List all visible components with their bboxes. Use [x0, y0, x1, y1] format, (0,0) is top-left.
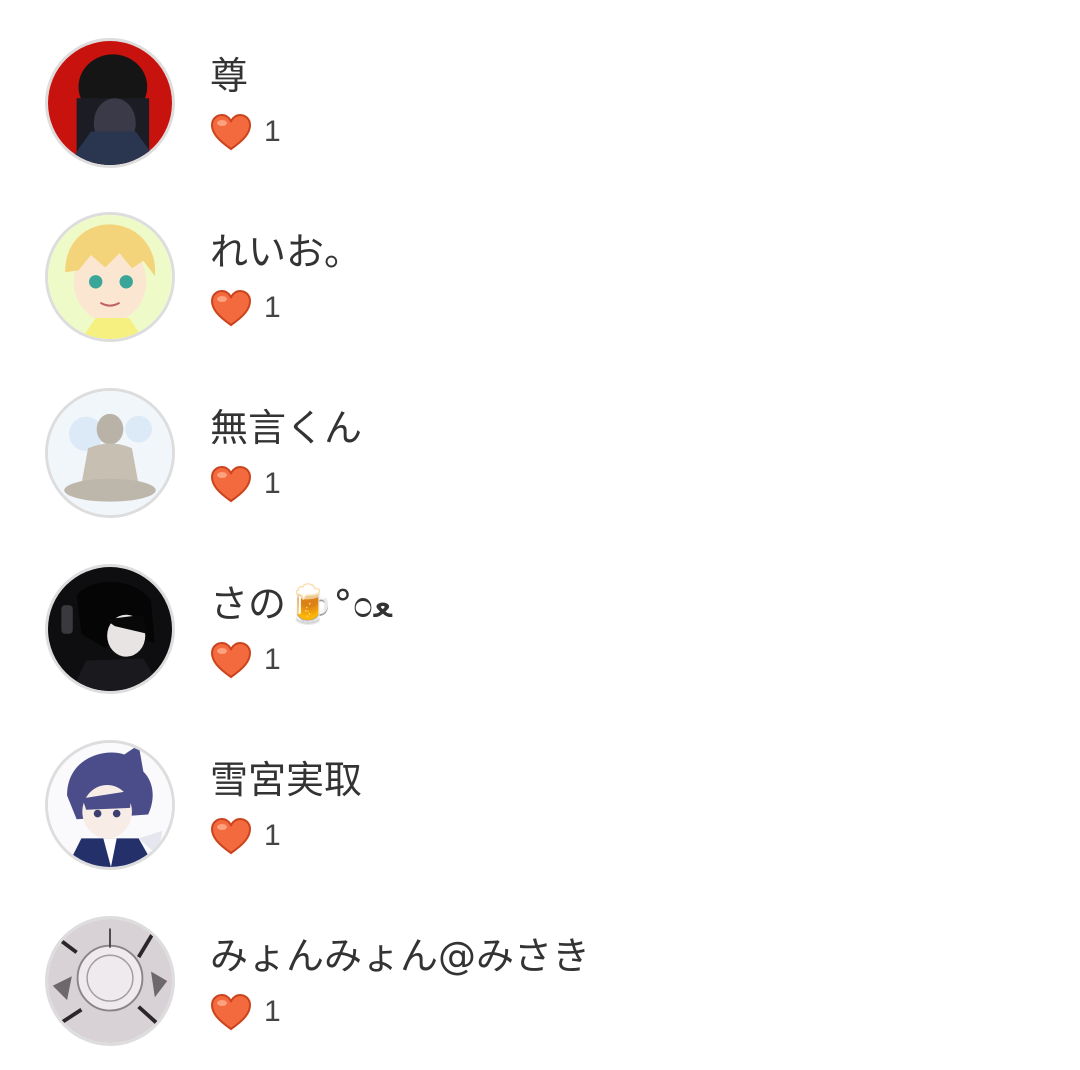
like-count: 1 — [264, 467, 281, 500]
avatar[interactable] — [45, 916, 175, 1046]
heart-icon — [210, 641, 252, 679]
user-row[interactable]: 雪宮実取 1 — [0, 718, 1080, 894]
like-count-group: 1 — [210, 992, 281, 1032]
like-count-group: 1 — [210, 640, 281, 680]
like-count-group: 1 — [210, 112, 281, 152]
user-row[interactable]: 尊 1 — [0, 14, 1080, 190]
user-name[interactable]: 雪宮実取 — [210, 756, 362, 804]
user-row[interactable]: れいお。 1 — [0, 190, 1080, 366]
avatar[interactable] — [45, 564, 175, 694]
like-count: 1 — [264, 995, 281, 1028]
avatar[interactable] — [45, 38, 175, 168]
like-count: 1 — [264, 819, 281, 852]
like-count: 1 — [264, 291, 281, 324]
user-name[interactable]: みょんみょん@みさき — [210, 932, 590, 980]
avatar[interactable] — [45, 740, 175, 870]
user-name[interactable]: れいお。 — [210, 228, 362, 276]
like-count: 1 — [264, 643, 281, 676]
heart-icon — [210, 817, 252, 855]
heart-icon — [210, 993, 252, 1031]
heart-icon — [210, 113, 252, 151]
heart-icon — [210, 465, 252, 503]
like-count-group: 1 — [210, 816, 281, 856]
like-count: 1 — [264, 115, 281, 148]
avatar[interactable] — [45, 388, 175, 518]
user-name[interactable]: 無言くん — [210, 404, 362, 452]
like-count-group: 1 — [210, 288, 281, 328]
user-row[interactable]: さの🍺°೦ﻌ 1 — [0, 542, 1080, 718]
like-count-group: 1 — [210, 464, 281, 504]
user-name[interactable]: 尊 — [210, 52, 248, 100]
user-row[interactable]: 無言くん 1 — [0, 366, 1080, 542]
user-row[interactable]: みょんみょん@みさき 1 — [0, 894, 1080, 1070]
heart-icon — [210, 289, 252, 327]
avatar[interactable] — [45, 212, 175, 342]
user-name[interactable]: さの🍺°೦ﻌ — [210, 580, 392, 628]
